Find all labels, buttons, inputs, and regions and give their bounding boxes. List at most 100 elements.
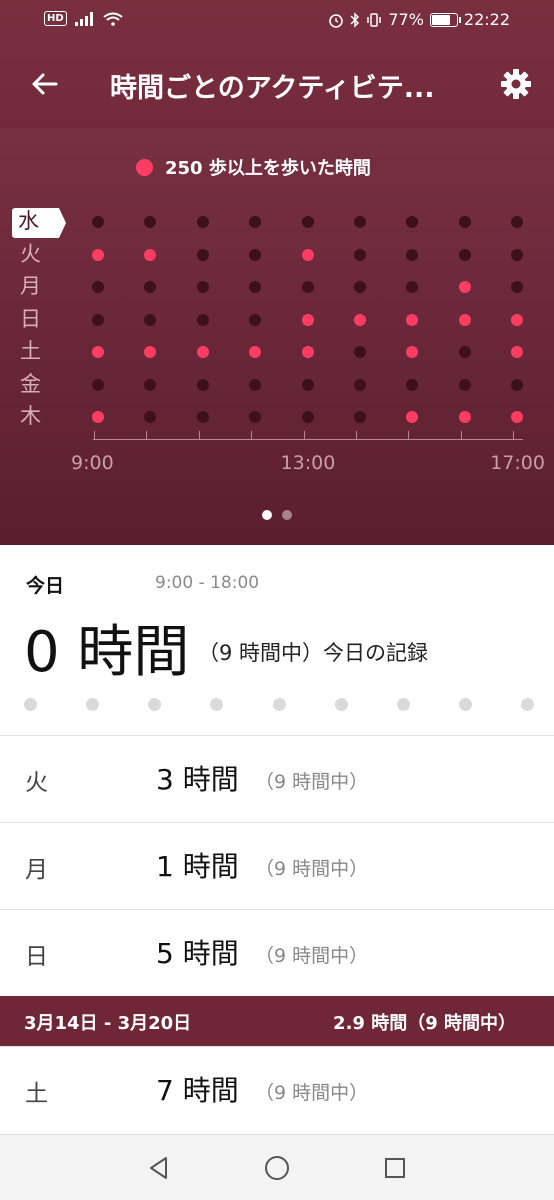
hour-dot <box>301 378 314 391</box>
hour-dot <box>406 411 419 423</box>
nav-recents-button[interactable] <box>380 1153 410 1183</box>
day-row[interactable]: 月 1 時間 （9 時間中） <box>0 822 554 908</box>
hour-dot <box>92 281 104 293</box>
day-row[interactable]: 日 5 時間 （9 時間中） <box>0 909 554 995</box>
gear-icon <box>501 69 531 99</box>
hour-dot <box>354 216 366 228</box>
day-label-1[interactable]: 火 <box>20 241 50 267</box>
settings-button[interactable] <box>496 64 536 104</box>
hour-dot <box>92 248 104 261</box>
row-day-label: 月 <box>25 857 48 883</box>
hour-dot <box>144 281 157 293</box>
hour-dot <box>406 216 419 228</box>
hour-dot <box>406 313 419 326</box>
hour-dot <box>196 281 209 293</box>
triangle-back-icon <box>150 1157 167 1179</box>
today-hour-dots <box>24 698 534 711</box>
week-range: 3月14日 - 3月20日 <box>24 1013 192 1034</box>
today-hour-dot <box>24 698 37 711</box>
x-tick-label: 9:00 <box>71 452 114 474</box>
x-tick <box>251 431 253 440</box>
page-dot[interactable] <box>262 510 272 520</box>
hour-dot <box>249 281 262 293</box>
day-label-0[interactable]: 水 <box>12 208 66 238</box>
hour-dot <box>92 346 104 358</box>
hour-dot <box>144 411 157 423</box>
row-subtitle: （9 時間中） <box>255 858 369 880</box>
row-subtitle: （9 時間中） <box>255 771 369 793</box>
hd-badge: HD <box>44 11 67 26</box>
header-region: HD 77% 22:22 時間ごとのアクティビテ... 250 歩以上を歩いた時… <box>0 0 554 545</box>
arrow-left-icon <box>32 73 58 95</box>
hour-dot <box>196 346 209 358</box>
clock: 22:22 <box>463 10 510 29</box>
row-day-label: 火 <box>25 770 48 796</box>
hour-dot <box>511 378 524 391</box>
row-hours: 3 時間 <box>156 763 239 796</box>
nav-home-button[interactable] <box>262 1153 292 1183</box>
back-button[interactable] <box>22 62 66 106</box>
hour-dot <box>511 216 524 228</box>
status-bar: HD 77% 22:22 <box>0 0 554 42</box>
hour-dot <box>458 346 471 358</box>
day-label-6[interactable]: 木 <box>20 403 50 429</box>
hour-dot <box>144 378 157 391</box>
day-label-4[interactable]: 土 <box>20 338 50 364</box>
x-axis <box>93 439 523 440</box>
x-tick <box>146 431 148 440</box>
hour-dot <box>354 346 366 358</box>
day-label-3[interactable]: 日 <box>20 306 50 332</box>
x-tick <box>198 431 200 440</box>
circle-home-icon <box>265 1156 289 1180</box>
hour-dot <box>406 248 419 261</box>
x-tick <box>513 431 515 440</box>
hour-dot <box>144 248 157 261</box>
hour-dot <box>196 378 209 391</box>
week-average: 2.9 時間（9 時間中） <box>333 1013 516 1034</box>
hour-dot <box>144 313 157 326</box>
hour-dot <box>249 313 262 326</box>
day-row[interactable]: 土 7 時間 （9 時間中） <box>0 1046 554 1132</box>
hour-dot <box>511 313 524 326</box>
hour-dot <box>458 313 471 326</box>
app-bar: 時間ごとのアクティビテ... <box>0 42 554 128</box>
hour-dot <box>458 378 471 391</box>
hour-dot <box>196 216 209 228</box>
x-tick <box>460 431 462 440</box>
battery-percent: 77% <box>388 10 424 29</box>
x-tick-label: 13:00 <box>280 452 336 474</box>
hour-dot <box>92 216 104 228</box>
hour-dot <box>354 281 366 293</box>
hour-dot <box>301 248 314 261</box>
activity-chart[interactable]: 250 歩以上を歩いた時間 水火月日土金木 9:00 13:00 17:00 <box>0 128 554 545</box>
row-day-label: 日 <box>25 944 48 970</box>
row-subtitle: （9 時間中） <box>255 1082 369 1104</box>
day-label-2[interactable]: 月 <box>20 273 50 299</box>
today-hour-dot <box>458 698 472 711</box>
hour-dot <box>406 378 419 391</box>
hour-dot <box>301 281 314 293</box>
hour-dot <box>458 281 471 293</box>
hour-dot <box>511 411 524 423</box>
hour-dot <box>354 313 366 326</box>
system-nav-bar <box>0 1134 554 1200</box>
today-summary: 今日 9:00 - 18:00 0 時間 （9 時間中）今日の記録 <box>0 545 554 735</box>
alarm-icon <box>329 13 344 28</box>
page-dot[interactable] <box>282 510 292 520</box>
day-label-5[interactable]: 金 <box>20 371 50 397</box>
today-label: 今日 <box>26 575 65 597</box>
hour-dot <box>249 248 262 261</box>
hour-dot <box>301 411 314 423</box>
today-hour-dot <box>521 698 534 711</box>
x-tick <box>356 431 357 440</box>
row-hours: 7 時間 <box>156 1074 239 1107</box>
battery-fill <box>431 14 451 25</box>
hour-dot <box>144 346 157 358</box>
nav-back-button[interactable] <box>144 1153 174 1183</box>
today-range: 9:00 - 18:00 <box>155 573 260 593</box>
hour-dot <box>511 248 524 261</box>
battery-icon <box>429 12 461 27</box>
hour-dot <box>301 346 314 358</box>
page-indicator[interactable] <box>262 510 292 520</box>
day-row[interactable]: 火 3 時間 （9 時間中） <box>0 735 554 821</box>
